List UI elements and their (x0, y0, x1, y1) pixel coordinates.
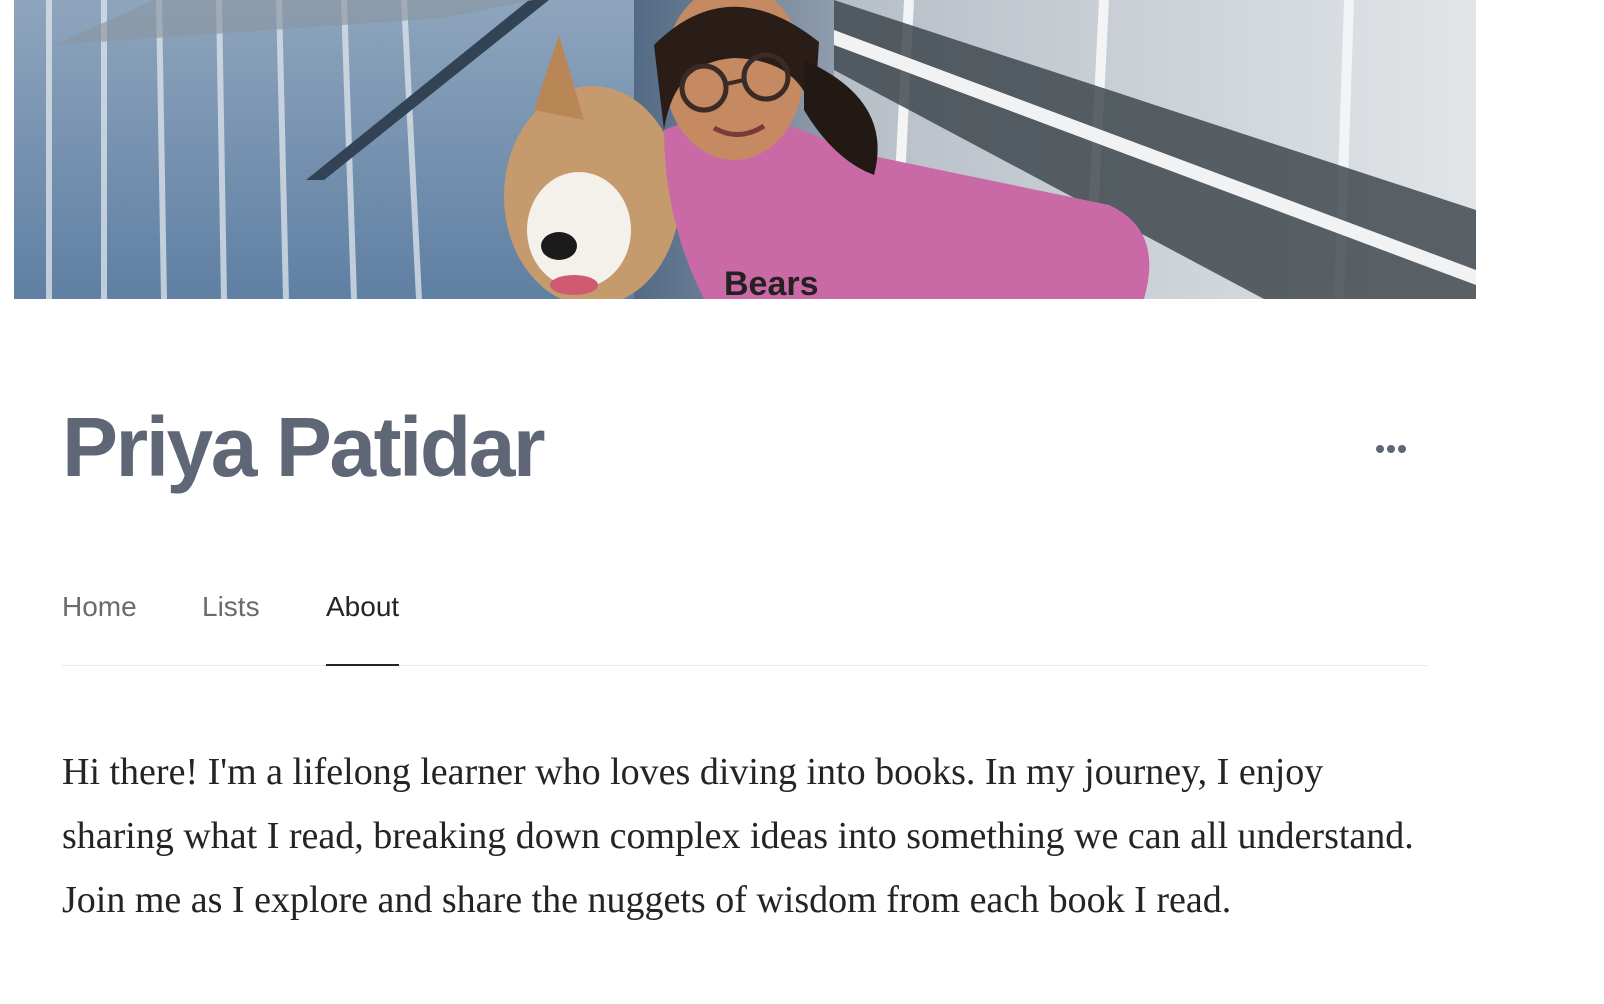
profile-cover-image: Bears (14, 0, 1476, 299)
tab-home[interactable]: Home (62, 585, 137, 665)
tab-about[interactable]: About (326, 585, 400, 666)
ellipsis-icon (1376, 445, 1406, 453)
tab-lists[interactable]: Lists (202, 585, 260, 665)
profile-tabs: Home Lists About (62, 585, 1428, 666)
more-options-button[interactable] (1372, 435, 1418, 463)
profile-name: Priya Patidar (62, 400, 546, 494)
about-bio: Hi there! I'm a lifelong learner who lov… (62, 751, 1414, 921)
cover-photo-illustration: Bears (14, 0, 1476, 299)
svg-text:Bears: Bears (724, 265, 819, 299)
